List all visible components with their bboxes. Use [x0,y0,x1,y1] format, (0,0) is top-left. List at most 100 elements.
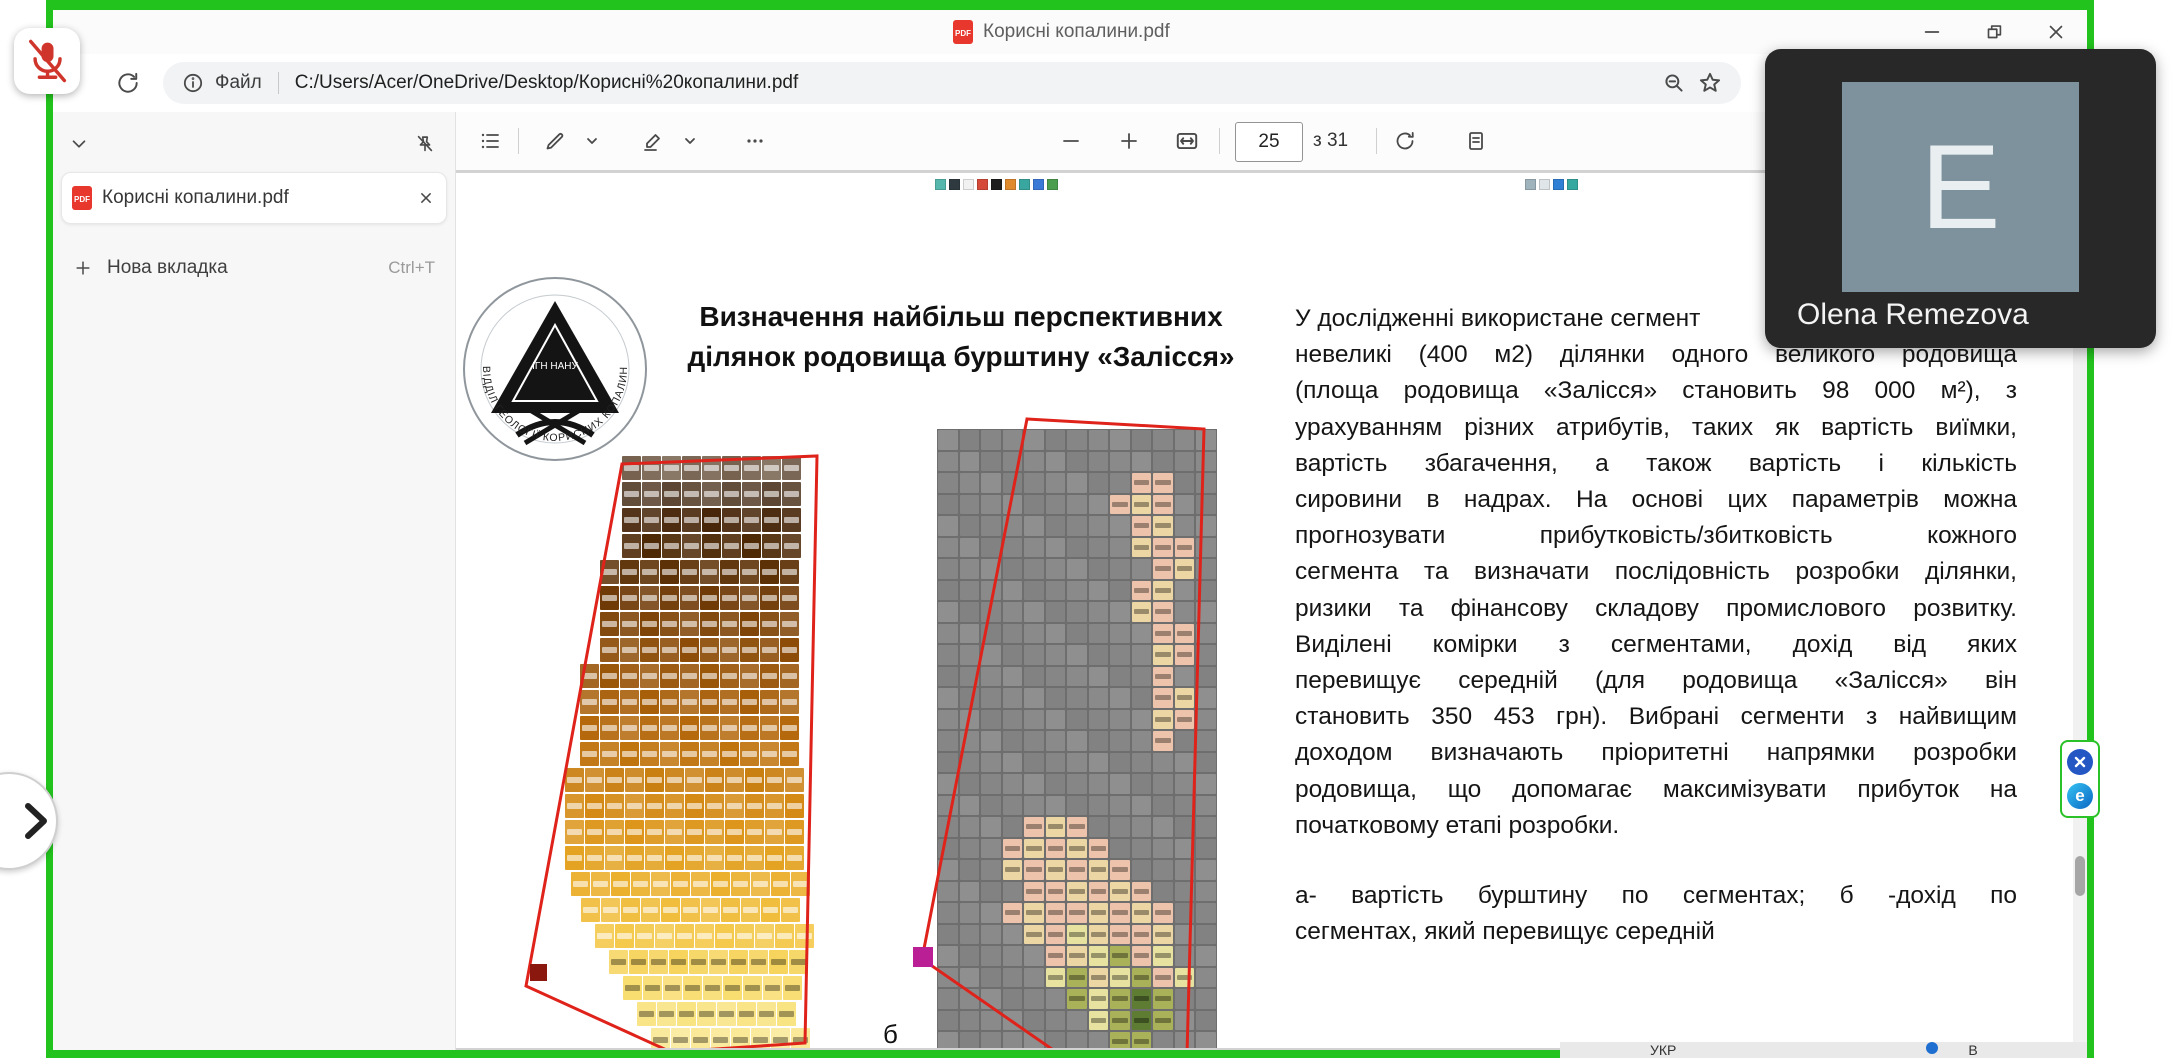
edge-widget-button[interactable]: e [2067,783,2093,809]
highlighted-segment-cell [1132,602,1152,622]
segment-cell [960,946,980,966]
minimize-button[interactable] [1901,10,1963,54]
segment-cell [1110,430,1130,450]
zoom-out-search-icon[interactable] [1661,70,1687,96]
keyboard-layout-indicator[interactable]: УКР [1650,1042,1676,1058]
segment-cell [1132,753,1152,773]
segment-cell [1024,495,1044,515]
collapse-tabs-button[interactable] [61,126,97,162]
segment-cell [780,716,799,740]
info-icon[interactable] [181,71,205,95]
segment-cell [938,753,958,773]
zoom-out-button[interactable] [1052,122,1090,160]
stop-capture-button[interactable] [2067,749,2093,775]
segment-cell [1003,796,1023,816]
taskbar-app-icon[interactable] [1926,1042,1938,1054]
segment-cell [680,690,699,714]
tab-close-icon[interactable] [416,188,436,208]
segment-cell [715,924,734,948]
side-panel-handle[interactable] [0,772,58,870]
segment-cell [1089,667,1109,687]
segment-cell [1196,882,1216,902]
segment-cell [1196,495,1216,515]
segment-cell [580,664,599,688]
segment-cell [938,430,958,450]
embedded-toolbar-swatch [1553,179,1564,190]
mic-muted-indicator[interactable] [14,28,80,94]
rotate-icon [1393,129,1417,153]
document-title: Визначення найбільш перспективних діляно… [656,297,1266,377]
participant-video-tile[interactable]: E Olena Remezova [1765,49,2156,348]
segment-cell [981,710,1001,730]
segment-cell [1067,559,1087,579]
fit-width-button[interactable] [1168,122,1206,160]
segment-cell [1024,710,1044,730]
favorite-star-icon[interactable] [1697,70,1723,96]
draw-tool-button[interactable] [536,122,574,160]
segment-cell [760,742,779,766]
segment-cell [662,456,681,480]
restore-button[interactable] [1963,10,2025,54]
segment-cell [669,950,688,974]
segment-cell [1196,688,1216,708]
more-tools-button[interactable] [736,122,774,160]
page-view-button[interactable] [1457,122,1495,160]
rotate-button[interactable] [1386,122,1424,160]
segment-cell [1196,731,1216,751]
segment-cell [620,586,639,610]
highlighted-segment-cell [1067,817,1087,837]
segment-cell [705,768,724,792]
segment-cell [960,645,980,665]
highlighted-segment-cell [1153,903,1173,923]
draw-tool-menu[interactable] [581,122,603,160]
segment-cell [600,664,619,688]
segment-cell [1110,710,1130,730]
svg-text:PDF: PDF [74,195,90,204]
segment-cell [1067,581,1087,601]
segment-cell [680,586,699,610]
unpin-sidebar-button[interactable] [407,126,443,162]
segment-cell [657,1002,676,1026]
pen-icon [543,129,567,153]
toc-button[interactable] [471,122,509,160]
highlight-tool-menu[interactable] [679,122,701,160]
segment-cell [751,1028,770,1048]
scrollbar-thumb[interactable] [2075,856,2085,896]
highlighted-segment-cell [1110,968,1130,988]
segment-cell [725,846,744,870]
segment-cell [643,976,662,1000]
segment-cell [620,612,639,636]
segment-cell [1067,688,1087,708]
segment-cell [1003,753,1023,773]
zoom-in-button[interactable] [1110,122,1148,160]
segment-cell [777,1002,796,1026]
segment-cell [737,1002,756,1026]
highlighted-segment-cell [1153,688,1173,708]
segment-cell [1110,624,1130,644]
reload-button[interactable] [109,64,147,102]
segment-cell [1003,667,1023,687]
new-tab-shortcut: Ctrl+T [388,258,435,278]
highlight-tool-button[interactable] [634,122,672,160]
institute-logo: ІГН НАНУ ВІДДІЛ ГЕОЛОГІЇ КОРИСНИХ КОПАЛИ… [459,273,651,465]
segment-cell [960,710,980,730]
close-button[interactable] [2025,10,2087,54]
segment-cell [701,898,720,922]
new-tab-button[interactable]: Нова вкладка Ctrl+T [61,248,447,288]
segment-cell [1089,1032,1109,1048]
address-bar[interactable]: Файл C:/Users/Acer/OneDrive/Desktop/Кори… [163,62,1741,104]
segment-cell [1046,645,1066,665]
segment-cell [1132,624,1152,644]
embedded-toolbar-swatch [949,179,960,190]
taskbar-text-fragment: В [1968,1042,1977,1058]
segment-cell [680,742,699,766]
tab-korysni-kopalyny[interactable]: PDF Корисні копалини.pdf [61,172,447,224]
page-number-input[interactable] [1235,122,1303,162]
segment-cell [1089,753,1109,773]
embedded-toolbar-swatch [1047,179,1058,190]
segment-cell [1175,473,1195,493]
segment-cell [631,872,650,896]
segment-cell [981,753,1001,773]
segment-cell [1132,817,1152,837]
highlighted-segment-cell [1175,624,1195,644]
